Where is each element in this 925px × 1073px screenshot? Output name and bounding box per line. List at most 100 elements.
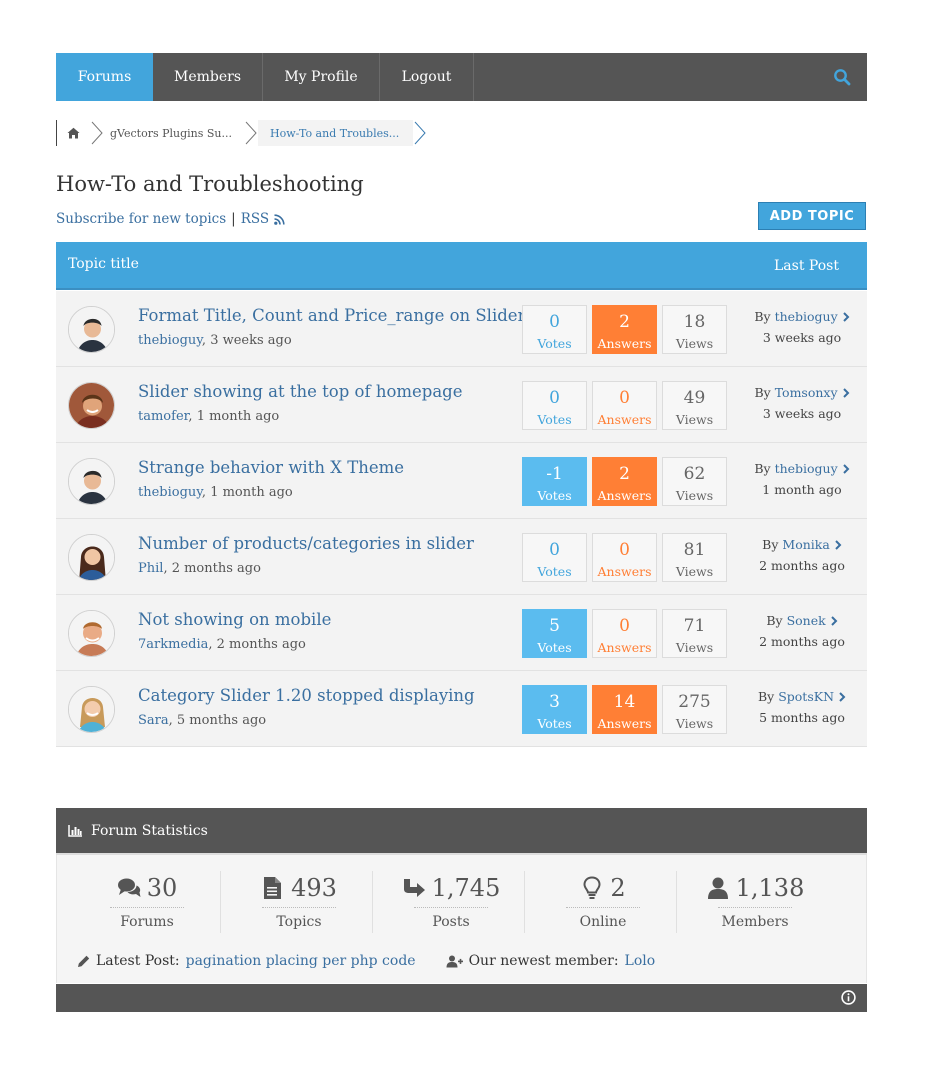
topic-author-link[interactable]: tamofer [138,409,188,424]
last-post-info: By Sonek 2 months ago [736,613,868,649]
last-post-time: 5 months ago [759,710,845,725]
chevron-right-icon[interactable] [830,615,838,626]
topic-time: 1 month ago [210,485,293,500]
last-post-author-link[interactable]: Sonek [787,613,826,628]
topic-meta: thebioguy, 3 weeks ago [138,333,292,348]
avatar[interactable] [68,306,115,353]
last-post-author-link[interactable]: thebioguy [775,461,838,476]
last-post-info: By SpotsKN 5 months ago [736,689,868,725]
topic-list: Format Title, Count and Price_range on S… [56,291,867,747]
search-icon[interactable] [833,68,851,86]
page-title: How-To and Troubleshooting [56,172,364,196]
topic-title-link[interactable]: Category Slider 1.20 stopped displaying [138,686,475,705]
answers-count: 14 Answers [592,685,657,734]
topic-row: Category Slider 1.20 stopped displaying … [56,671,867,747]
views-count: 18 Views [662,305,727,354]
newest-member-link[interactable]: Lolo [625,953,656,969]
chevron-right-icon[interactable] [834,539,842,550]
main-nav: Forums Members My Profile Logout [56,53,867,101]
topic-time: 2 months ago [216,637,306,652]
forum-statistics-title: Forum Statistics [91,822,208,839]
last-post-time: 2 months ago [759,634,845,649]
answers-count: 2 Answers [592,457,657,506]
topic-author-link[interactable]: Sara [138,713,169,728]
topic-meta: 7arkmedia, 2 months ago [138,637,306,652]
votes-count: 3 Votes [522,685,587,734]
last-post-time: 1 month ago [762,482,842,497]
views-count: 49 Views [662,381,727,430]
document-icon [264,877,282,899]
forum-statistics-body: 30 Forums 493 Topics 1,745 Posts 2 Onlin… [56,855,867,983]
last-post-author-link[interactable]: SpotsKN [778,689,834,704]
chevron-right-icon[interactable] [842,387,850,398]
last-post-author-link[interactable]: thebioguy [775,309,838,324]
topic-title-link[interactable]: Number of products/categories in slider [138,534,474,553]
stat-members: 1,138 Members [679,871,831,933]
views-count: 275 Views [662,685,727,734]
topic-time: 5 months ago [176,713,267,728]
last-post-info: By Monika 2 months ago [736,537,868,573]
column-last-post: Last Post [774,258,839,274]
topic-row: Not showing on mobile 7arkmedia, 2 month… [56,595,867,671]
last-post-author-link[interactable]: Tomsonxy [775,385,838,400]
pencil-icon [78,955,90,967]
topic-time: 3 weeks ago [210,333,292,348]
avatar[interactable] [68,610,115,657]
subscribe-bar: Subscribe for new topics | RSS [56,211,285,227]
topic-author-link[interactable]: 7arkmedia [138,637,208,652]
chevron-right-icon [91,121,103,145]
views-count: 71 Views [662,609,727,658]
topic-author-link[interactable]: thebioguy [138,485,202,500]
rss-icon[interactable] [274,213,285,225]
comments-icon [117,878,141,897]
rss-link[interactable]: RSS [241,211,269,227]
column-topic-title: Topic title [68,256,139,272]
avatar[interactable] [68,382,115,429]
chevron-right-icon [245,121,257,145]
topic-table-header: Topic title Last Post [56,242,867,290]
views-count: 81 Views [662,533,727,582]
breadcrumb-item-plugins[interactable]: gVectors Plugins Su... [104,120,244,146]
topic-title-link[interactable]: Not showing on mobile [138,610,331,629]
votes-count: 0 Votes [522,305,587,354]
info-icon[interactable] [841,990,856,1005]
nav-forums[interactable]: Forums [56,53,153,101]
topic-title-link[interactable]: Format Title, Count and Price_range on S… [138,306,534,325]
chevron-right-icon[interactable] [842,311,850,322]
avatar[interactable] [68,534,115,581]
nav-members[interactable]: Members [153,53,263,101]
topic-author-link[interactable]: Phil [138,561,163,576]
stat-online: 2 Online [527,871,679,933]
nav-my-profile[interactable]: My Profile [263,53,380,101]
chevron-right-icon[interactable] [842,463,850,474]
topic-title-link[interactable]: Slider showing at the top of homepage [138,382,463,401]
latest-post-label: Latest Post: [96,953,180,969]
avatar[interactable] [68,686,115,733]
topic-author-link[interactable]: thebioguy [138,333,202,348]
topic-row: Number of products/categories in slider … [56,519,867,595]
reply-arrow-icon [403,879,425,897]
breadcrumb-home[interactable] [57,120,90,146]
topic-meta: Sara, 5 months ago [138,713,267,728]
topic-time: 2 months ago [171,561,261,576]
topic-meta: tamofer, 1 month ago [138,409,280,424]
topic-row: Strange behavior with X Theme thebioguy,… [56,443,867,519]
last-post-info: By Tomsonxy 3 weeks ago [736,385,868,421]
answers-count: 2 Answers [592,305,657,354]
votes-count: -1 Votes [522,457,587,506]
home-icon [67,127,80,139]
chevron-right-icon[interactable] [838,691,846,702]
topic-title-link[interactable]: Strange behavior with X Theme [138,458,404,477]
topic-meta: thebioguy, 1 month ago [138,485,293,500]
last-post-time: 3 weeks ago [762,406,842,421]
nav-logout[interactable]: Logout [380,53,474,101]
avatar[interactable] [68,458,115,505]
subscribe-link[interactable]: Subscribe for new topics [56,211,226,227]
add-user-icon [446,955,463,967]
latest-post-link[interactable]: pagination placing per php code [186,953,416,969]
add-topic-button[interactable]: ADD TOPIC [758,202,866,230]
bar-chart-icon [68,824,82,837]
breadcrumb-item-current[interactable]: How-To and Troubles... [258,120,414,146]
last-post-author-link[interactable]: Monika [782,537,829,552]
votes-count: 5 Votes [522,609,587,658]
